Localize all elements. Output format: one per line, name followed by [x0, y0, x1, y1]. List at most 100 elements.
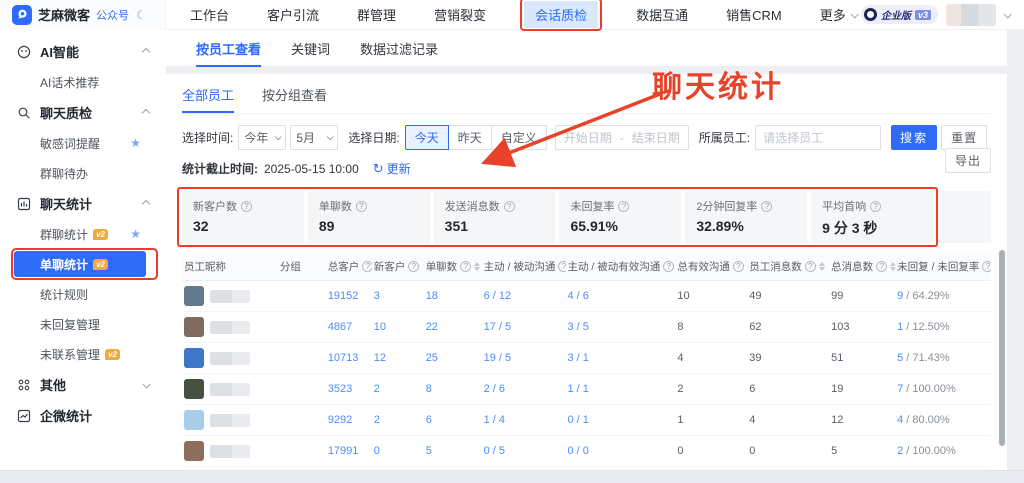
total-customers-value[interactable]: 17991	[326, 445, 372, 457]
date-range-input[interactable]: 开始日期 - 结束日期	[555, 125, 689, 150]
custom-range-button[interactable]: 自定义	[491, 125, 547, 150]
info-icon[interactable]: ?	[356, 201, 367, 212]
search-button[interactable]: 搜索	[891, 125, 937, 150]
sidebar-item-stats-rules[interactable]: 统计规则	[0, 279, 166, 309]
sidebar-section-other[interactable]: 其他	[0, 369, 166, 400]
sidebar-section-chat-stats[interactable]: 聊天统计	[0, 188, 166, 219]
active-passive-value[interactable]: 17 / 5	[482, 321, 566, 333]
active-passive-valid-value[interactable]: 3 / 5	[566, 321, 676, 333]
sort-icon[interactable]	[474, 262, 480, 271]
info-icon[interactable]: ?	[805, 261, 816, 272]
total-customers-value[interactable]: 4867	[326, 321, 372, 333]
info-icon[interactable]: ?	[362, 261, 371, 272]
favorite-star-icon[interactable]: ★	[130, 227, 141, 241]
new-customers-value[interactable]: 0	[372, 445, 424, 457]
unreplied-count[interactable]: 7	[897, 383, 903, 395]
info-icon[interactable]: ?	[870, 201, 881, 212]
new-customers-value[interactable]: 12	[372, 352, 424, 364]
total-customers-value[interactable]: 9292	[326, 414, 372, 426]
unreplied-count[interactable]: 1	[897, 321, 903, 333]
nav-item-more[interactable]: 更多	[820, 5, 857, 24]
favorite-star-icon[interactable]: ★	[130, 136, 141, 150]
active-passive-value[interactable]: 0 / 5	[482, 445, 566, 457]
sidebar-section-ai[interactable]: AI智能	[0, 36, 166, 67]
active-passive-valid-value[interactable]: 3 / 1	[566, 352, 676, 364]
month-select[interactable]: 5月	[290, 125, 338, 150]
chats-value[interactable]: 18	[424, 290, 482, 302]
active-passive-valid-value[interactable]: 0 / 0	[566, 445, 676, 457]
user-avatar[interactable]	[946, 4, 996, 26]
today-button[interactable]: 今天	[405, 125, 449, 150]
nav-item-customer-acquisition[interactable]: 客户引流	[267, 5, 319, 24]
info-icon[interactable]: ?	[618, 201, 629, 212]
sort-icon[interactable]	[819, 262, 825, 271]
info-icon[interactable]: ?	[982, 261, 991, 272]
chats-value[interactable]: 5	[424, 445, 482, 457]
export-button[interactable]: 导出	[945, 148, 991, 173]
info-icon[interactable]: ?	[241, 201, 252, 212]
tab-keywords[interactable]: 关键词	[291, 30, 330, 67]
sidebar-item-single-chat-stats[interactable]: 单聊统计v2	[14, 251, 146, 277]
chats-value[interactable]: 6	[424, 414, 482, 426]
table-scrollbar[interactable]	[999, 250, 1005, 446]
year-select[interactable]: 今年	[238, 125, 286, 150]
subtab-by-group[interactable]: 按分组查看	[262, 85, 327, 113]
tab-by-staff[interactable]: 按员工查看	[196, 30, 261, 67]
active-passive-valid-value[interactable]: 1 / 1	[566, 383, 676, 395]
active-passive-valid-value[interactable]: 0 / 1	[566, 414, 676, 426]
nav-item-sales-crm[interactable]: 销售CRM	[726, 5, 782, 24]
table-row[interactable]: 9292 2 6 1 / 4 0 / 1 1 4 12 4 / 80.00%	[182, 405, 991, 436]
sidebar-item-group-chat-stats[interactable]: 群聊统计v2★	[0, 219, 166, 249]
info-icon[interactable]: ?	[504, 201, 515, 212]
active-passive-valid-value[interactable]: 4 / 6	[566, 290, 676, 302]
chats-value[interactable]: 8	[424, 383, 482, 395]
table-row[interactable]: 4867 10 22 17 / 5 3 / 5 8 62 103 1 / 12.…	[182, 312, 991, 343]
tab-data-filter-log[interactable]: 数据过滤记录	[360, 30, 438, 67]
chats-value[interactable]: 25	[424, 352, 482, 364]
sidebar-item-unreplied-management[interactable]: 未回复管理	[0, 309, 166, 339]
info-icon[interactable]: ?	[733, 261, 744, 272]
info-icon[interactable]: ?	[558, 261, 565, 272]
dark-mode-icon[interactable]: ☾	[136, 8, 147, 22]
sidebar-item-uncontacted-management[interactable]: 未联系管理v2	[0, 339, 166, 369]
nav-item-session-qc[interactable]: 会话质检	[524, 1, 598, 28]
active-passive-value[interactable]: 19 / 5	[482, 352, 566, 364]
total-customers-value[interactable]: 19152	[326, 290, 372, 302]
yesterday-button[interactable]: 昨天	[448, 125, 492, 150]
refresh-link[interactable]: 更新	[387, 160, 411, 177]
reset-button[interactable]: 重置	[941, 125, 987, 150]
refresh-icon[interactable]: ↻	[373, 161, 384, 177]
info-icon[interactable]: ?	[408, 261, 419, 272]
account-type-link[interactable]: 公众号	[96, 7, 129, 23]
total-customers-value[interactable]: 10713	[326, 352, 372, 364]
table-row[interactable]: 19152 3 18 6 / 12 4 / 6 10 49 99 9 / 64.…	[182, 281, 991, 312]
info-icon[interactable]: ?	[876, 261, 887, 272]
new-customers-value[interactable]: 2	[372, 383, 424, 395]
info-icon[interactable]: ?	[663, 261, 674, 272]
table-row[interactable]: 10713 12 25 19 / 5 3 / 1 4 39 51 5 / 71.…	[182, 343, 991, 374]
table-row[interactable]: 17991 0 5 0 / 5 0 / 0 0 0 5 2 / 100.00%	[182, 436, 991, 467]
user-menu-chevron-icon[interactable]	[1003, 10, 1011, 18]
info-icon[interactable]: ?	[460, 261, 471, 272]
nav-item-data-interchange[interactable]: 数据互通	[636, 5, 688, 24]
nav-item-workbench[interactable]: 工作台	[190, 5, 229, 24]
sidebar-item-ai-script[interactable]: AI话术推荐	[0, 67, 166, 97]
nav-item-group-management[interactable]: 群管理	[357, 5, 396, 24]
info-icon[interactable]: ?	[761, 201, 772, 212]
chats-value[interactable]: 22	[424, 321, 482, 333]
staff-select-input[interactable]	[755, 125, 881, 150]
table-row[interactable]: 3523 2 8 2 / 6 1 / 1 2 6 19 7 / 100.00%	[182, 374, 991, 405]
new-customers-value[interactable]: 3	[372, 290, 424, 302]
subtab-all-staff[interactable]: 全部员工	[182, 85, 234, 113]
unreplied-count[interactable]: 2	[897, 445, 903, 457]
sidebar-item-sensitive-words[interactable]: 敏感词提醒★	[0, 128, 166, 158]
total-customers-value[interactable]: 3523	[326, 383, 372, 395]
sidebar-section-wework-stats[interactable]: 企微统计	[0, 400, 166, 431]
new-customers-value[interactable]: 10	[372, 321, 424, 333]
unreplied-count[interactable]: 4	[897, 414, 903, 426]
active-passive-value[interactable]: 2 / 6	[482, 383, 566, 395]
new-customers-value[interactable]: 2	[372, 414, 424, 426]
sidebar-section-chat-qc[interactable]: 聊天质检	[0, 97, 166, 128]
sidebar-item-group-todo[interactable]: 群聊待办	[0, 158, 166, 188]
unreplied-count[interactable]: 5	[897, 352, 903, 364]
